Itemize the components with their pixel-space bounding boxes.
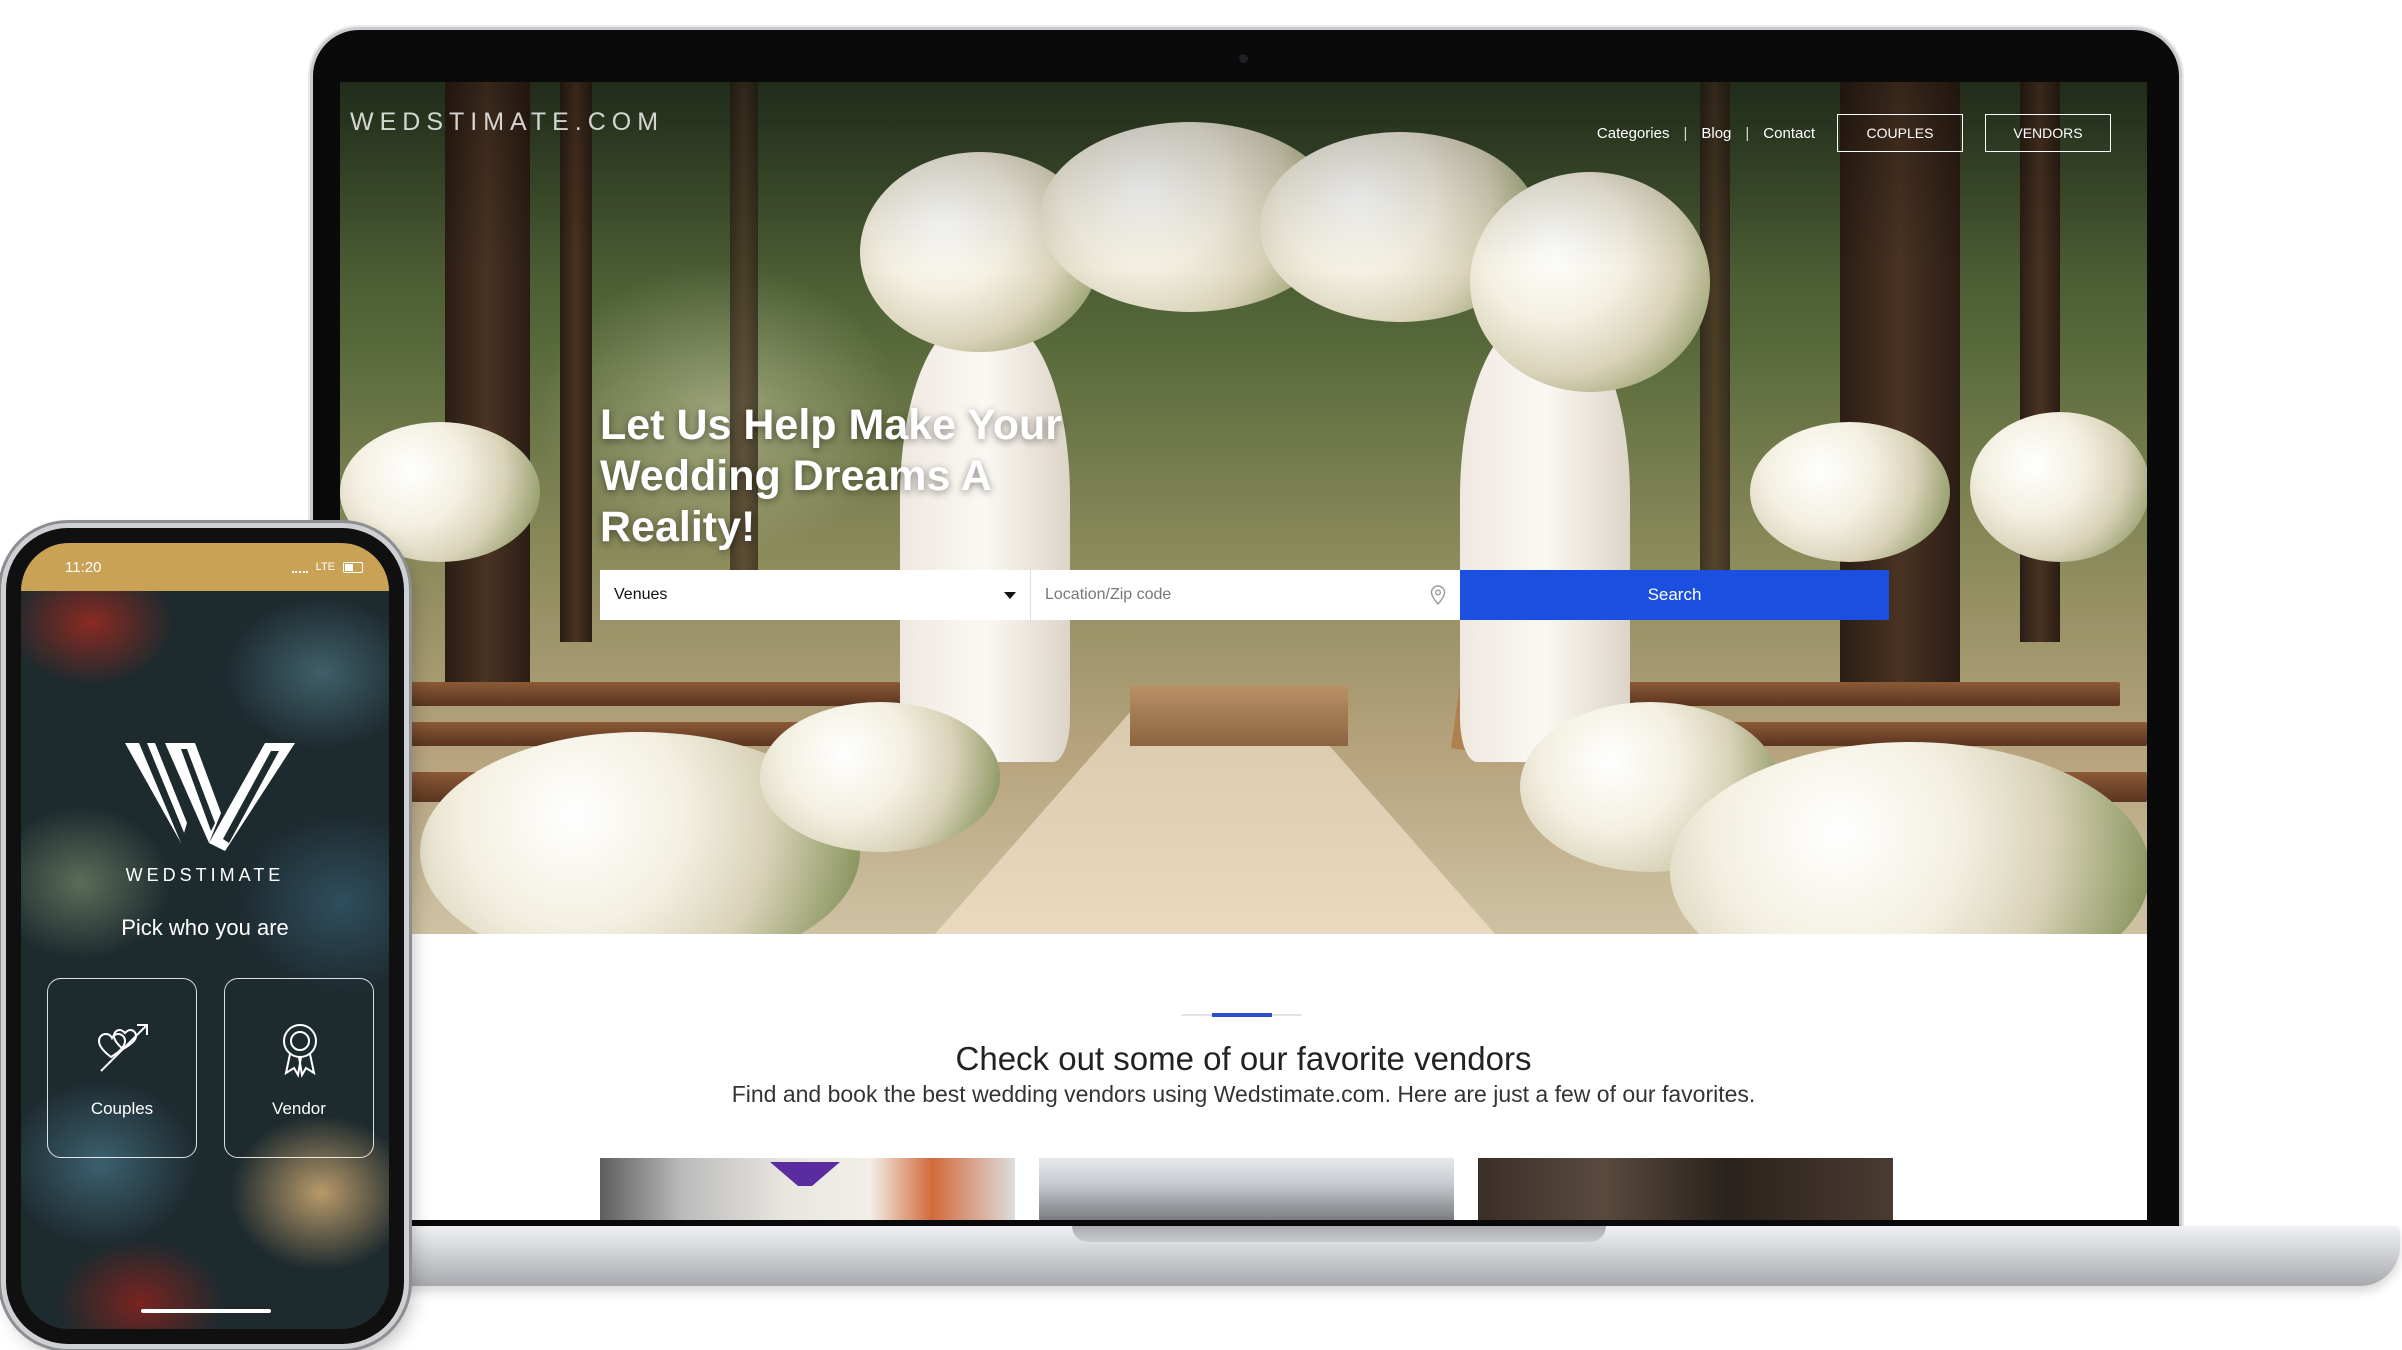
status-indicators: LTE [291, 561, 363, 573]
top-nav: Categories | Blog | Contact COUPLES VEND… [1597, 114, 2111, 152]
hearts-arrow-icon [97, 1024, 148, 1072]
category-select-value: Venues [614, 586, 668, 603]
vendor-label: Vendor [272, 1099, 326, 1118]
nav-blog[interactable]: Blog [1701, 125, 1731, 142]
nav-categories[interactable]: Categories [1597, 125, 1670, 142]
brand-name: WEDSTIMATE [125, 865, 285, 885]
laptop-notch [1072, 1226, 1606, 1242]
nav-separator: | [1745, 124, 1750, 142]
nav-contact[interactable]: Contact [1763, 125, 1815, 142]
signal-icon [291, 562, 308, 573]
map-pin-icon [1430, 585, 1446, 605]
vendor-card-image[interactable] [1039, 1158, 1454, 1220]
website-screen: WEDSTIMATE.COM Categories | Blog | Conta… [340, 82, 2147, 1220]
vendor-option[interactable]: Vendor [224, 978, 374, 1158]
vendors-button[interactable]: VENDORS [1985, 114, 2111, 152]
hero-banner: WEDSTIMATE.COM Categories | Blog | Conta… [340, 82, 2147, 934]
vendor-thumbnails [600, 1158, 1893, 1220]
vendors-section-subtitle: Find and book the best wedding vendors u… [731, 1081, 1756, 1107]
category-select[interactable]: Venues [600, 570, 1030, 620]
search-button[interactable]: Search [1460, 570, 1889, 620]
couples-option[interactable]: Couples [47, 978, 197, 1158]
couples-label: Couples [90, 1099, 154, 1118]
status-time: 11:20 [65, 558, 102, 576]
location-input-placeholder: Location/Zip code [1045, 586, 1172, 603]
battery-icon [343, 561, 363, 573]
home-indicator[interactable] [141, 1309, 271, 1313]
phone-screen: 11:20 LTE WEDSTIMATE Pick who you are Co… [21, 543, 389, 1329]
vendor-card-image[interactable] [600, 1158, 1015, 1220]
status-bar: 11:20 LTE [21, 543, 389, 591]
site-logo[interactable]: WEDSTIMATE.COM [350, 108, 664, 137]
nav-separator: | [1683, 124, 1688, 142]
laptop-base [276, 1226, 2400, 1286]
vendors-section-title: Check out some of our favorite vendors [955, 1040, 1532, 1077]
search-bar: Venues Location/Zip code Search [600, 570, 1889, 620]
hero-headline: Let Us Help Make Your Wedding Dreams A R… [600, 401, 1062, 551]
pick-prompt: Pick who you are [121, 915, 289, 940]
section-divider-accent [1212, 1013, 1272, 1017]
award-badge-icon [283, 1024, 317, 1078]
caret-down-icon [1004, 591, 1016, 599]
location-input[interactable]: Location/Zip code [1030, 570, 1460, 620]
vendor-card-image[interactable] [1478, 1158, 1893, 1220]
network-label: LTE [315, 561, 335, 573]
phone-frame: 11:20 LTE WEDSTIMATE Pick who you are Co… [6, 528, 404, 1344]
couples-button[interactable]: COUPLES [1837, 114, 1963, 152]
laptop-camera [1239, 54, 1248, 63]
wedstimate-logo-icon [125, 743, 295, 851]
